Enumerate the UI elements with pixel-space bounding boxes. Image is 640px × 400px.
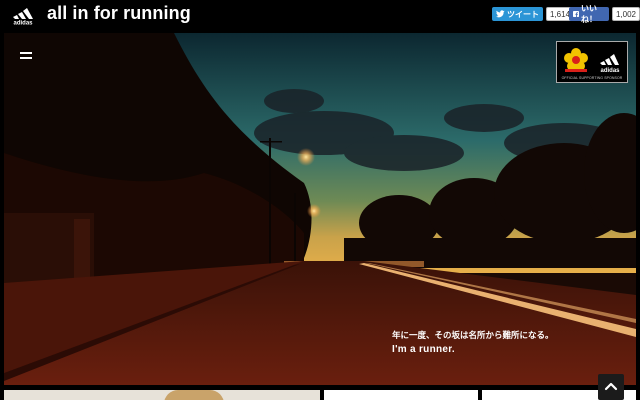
- menu-icon-bar: [20, 52, 32, 54]
- flower-emblem-icon: [564, 48, 588, 72]
- content-thumbnail[interactable]: [4, 390, 320, 400]
- svg-text:adidas: adidas: [13, 21, 33, 26]
- tagline-japanese: 年に一度、その坂は名所から難所になる。: [392, 330, 554, 340]
- like-label: いいね！: [581, 4, 597, 24]
- like-widget: いいね！ 1,002: [569, 4, 640, 24]
- tweet-button[interactable]: ツイート: [492, 7, 543, 21]
- facebook-icon: [573, 11, 579, 17]
- back-to-top-button[interactable]: [598, 374, 624, 400]
- adidas-logo[interactable]: adidas: [8, 3, 38, 25]
- like-button[interactable]: いいね！: [569, 4, 609, 24]
- content-thumbnail[interactable]: [324, 390, 478, 400]
- tweet-widget: ツイート 1,614: [492, 7, 575, 21]
- hero-image: adidas OFFICIAL SUPPORTING SPONSOR 年に一度、…: [4, 33, 636, 385]
- thumbnail-photo: [164, 390, 224, 400]
- twitter-bird-icon: [496, 10, 505, 18]
- chevron-up-icon: [604, 382, 618, 391]
- menu-button[interactable]: [18, 49, 34, 63]
- tweet-label: ツイート: [507, 9, 539, 19]
- svg-text:adidas: adidas: [600, 68, 620, 74]
- sponsor-badge[interactable]: adidas OFFICIAL SUPPORTING SPONSOR: [556, 41, 628, 83]
- like-count: 1,002: [611, 7, 640, 21]
- tagline-english: I'm a runner.: [392, 344, 455, 355]
- adidas-sponsor-logo: adidas: [600, 54, 620, 74]
- sponsor-caption: OFFICIAL SUPPORTING SPONSOR: [561, 76, 623, 80]
- menu-icon-bar: [20, 57, 32, 59]
- top-bar: adidas all in for running ツイート 1,614 いいね…: [0, 0, 640, 30]
- site-title[interactable]: all in for running: [47, 3, 191, 24]
